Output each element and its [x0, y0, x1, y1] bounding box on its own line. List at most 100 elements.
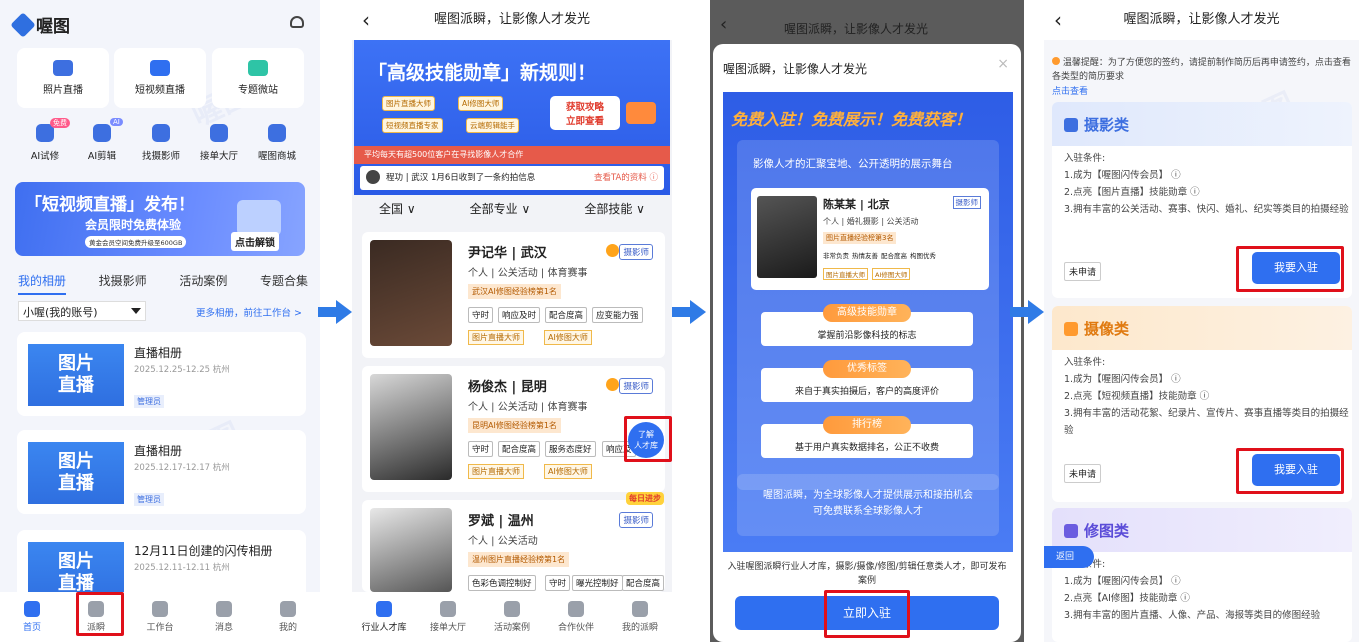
page-title: 喔图派瞬，让影像人才发光	[1123, 12, 1280, 27]
service-label: 短视频直播	[135, 85, 185, 96]
bottom-text: 喔图派瞬，为全球影像人才提供展示和接拍机会 可免费联系全球影像人才	[737, 474, 999, 536]
skill-badge-banner[interactable]: 「高级技能勋章」新规则！ 图片直播大师 AI修图大师 短视频直播专家 云端剪辑能…	[354, 40, 670, 195]
talent-card[interactable]: 罗斌 | 温州 个人 | 公关活动 温州图片直播经验榜第1名 色彩色调控制好 守…	[362, 500, 665, 592]
tab-topics[interactable]: 专题合集	[260, 272, 308, 295]
headset-icon[interactable]	[290, 16, 304, 28]
strategy-button[interactable]: 获取攻略 立即查看	[550, 96, 620, 130]
lightning-icon	[237, 200, 281, 236]
condition-line: 入驻条件:	[1064, 357, 1106, 368]
user-icon	[280, 601, 296, 617]
keyword-tag: 构图优秀	[910, 252, 936, 260]
daily-progress-badge[interactable]: 每日进步	[626, 492, 664, 505]
keyword-tag: 守时	[468, 307, 494, 323]
close-icon[interactable]: ×	[997, 56, 1009, 72]
skill-badge: AI修图大师	[544, 464, 592, 479]
banner-note: 黄金会员空间免费升级至600GB	[85, 236, 187, 248]
tab-label: 消息	[214, 623, 233, 633]
tab-messages[interactable]: 消息	[199, 601, 249, 633]
thumb-line: 直播	[58, 473, 94, 494]
diamond-icon	[152, 601, 168, 617]
condition-line: 3.拥有丰富的活动花絮、纪录片、宣传片、赛事直播等类目的拍摄经验	[1064, 408, 1349, 436]
view-requirements-link[interactable]: 点击查看	[1052, 84, 1091, 97]
home-icon	[440, 601, 456, 617]
keyword-tag: 配合度高	[622, 575, 665, 591]
logo-icon	[10, 11, 36, 38]
back-icon[interactable]: ‹	[1054, 0, 1062, 40]
tab-label: 我的派瞬	[621, 623, 658, 633]
portrait	[370, 508, 452, 592]
back-float-button[interactable]: 返回	[1044, 546, 1094, 568]
talent-name: 杨俊杰 | 昆明	[468, 380, 547, 395]
keyword-tag: 守时	[468, 441, 494, 457]
promo-banner[interactable]: 「短视频直播」发布！ 会员限时免费体验 黄金会员空间免费升级至600GB 点击解…	[15, 182, 305, 256]
stage-text: 影像人才的汇聚宝地、公开透明的展示舞台	[753, 158, 953, 170]
role-tag: 摄影师	[619, 244, 653, 260]
condition-line: 2.点亮【短视频直播】技能勋章 ⓘ	[1064, 391, 1210, 402]
person-icon	[152, 124, 170, 142]
tab-home[interactable]: 首页	[7, 601, 57, 633]
tool-order-hall[interactable]: 接单大厅	[194, 124, 244, 162]
tab-cases[interactable]: 活动案例	[179, 272, 227, 295]
highlight-box	[1236, 246, 1344, 292]
tool-mall[interactable]: 喔图商城	[252, 124, 302, 162]
notice-bar[interactable]: 程功 | 武汉 1月6日收到了一条约拍信息 查看TA的资料 ⓘ	[360, 166, 664, 190]
tool-ai-edit[interactable]: AI剪辑	[77, 124, 127, 162]
account-select[interactable]: 小喔(我的账号)	[18, 301, 146, 321]
home-icon	[24, 601, 40, 617]
tab-order-hall[interactable]: 接单大厅	[423, 601, 473, 633]
service-video-live[interactable]: 短视频直播	[114, 48, 206, 108]
keyword-tag: 配合度高	[881, 252, 907, 260]
condition-line: 1.成为【喔图闪传会员】 ⓘ	[1064, 576, 1181, 587]
talent-name: 尹记华 | 武汉	[468, 246, 547, 261]
tab-workbench[interactable]: 工作台	[135, 601, 185, 633]
handshake-icon	[568, 601, 584, 617]
talent-card[interactable]: 杨俊杰 | 昆明 个人 | 公关活动 | 体育赛事 昆明AI修图经验榜第1名 守…	[362, 366, 665, 492]
tool-ai-retouch[interactable]: AI试修	[20, 124, 70, 162]
keyword-tag: 配合度高	[498, 441, 541, 457]
category-title: 修图类	[1064, 520, 1129, 541]
tab-me[interactable]: 我的	[263, 601, 313, 633]
tab-label: 工作台	[146, 623, 174, 633]
join-sheet: 喔图派瞬，让影像人才发光 × 免费入驻！免费展示！免费获客！ 影像人才的汇聚宝地…	[713, 44, 1021, 642]
tool-find-photographer[interactable]: 找摄影师	[136, 124, 186, 162]
sheet-title: 喔图派瞬，让影像人才发光	[723, 62, 868, 76]
talent-card[interactable]: 尹记华 | 武汉 个人 | 公关活动 | 体育赛事 武汉AI修图经验榜第1名 守…	[362, 232, 665, 358]
filter-major[interactable]: 全部专业 ∨	[470, 200, 531, 217]
service-microsite[interactable]: 专题微站	[212, 48, 304, 108]
filter-region[interactable]: 全国 ∨	[379, 200, 416, 217]
condition-line: 3.拥有丰富的图片直播、人像、产品、海报等类目的修图经验	[1064, 610, 1321, 621]
megaphone-icon	[626, 102, 656, 124]
join-description: 入驻喔图派瞬行业人才库，摄影/摄像/修图/剪辑任意类人才，即可发布案例	[727, 562, 1007, 586]
more-albums-link[interactable]: 更多相册，前往工作台 >	[196, 305, 302, 319]
talent-category: 个人 | 公关活动 | 体育赛事	[468, 268, 588, 279]
back-icon[interactable]: ‹	[362, 0, 370, 40]
tab-cases[interactable]: 活动案例	[487, 601, 537, 633]
album-card[interactable]: 图片 直播 直播相册 2025.12.25-12.25 杭州 管理员	[17, 332, 306, 416]
album-title: 直播相册	[134, 346, 183, 360]
filter-skill[interactable]: 全部技能 ∨	[584, 200, 645, 217]
filter-bar: 全国 ∨ 全部专业 ∨ 全部技能 ∨	[352, 200, 672, 217]
album-card[interactable]: 图片 直播 直播相册 2025.12.17-12.17 杭州 管理员	[17, 430, 306, 514]
condition-line: 3.拥有丰富的公关活动、赛事、快闪、婚礼、纪实等类目的拍摄经验	[1064, 204, 1349, 215]
badge-chip: 云端剪辑能手	[466, 118, 519, 133]
tab-find-photographer[interactable]: 找摄影师	[99, 272, 147, 295]
service-photo-live[interactable]: 照片直播	[17, 48, 109, 108]
unlock-button[interactable]: 点击解锁	[231, 232, 279, 251]
back-icon[interactable]: ‹	[720, 14, 727, 35]
conditions: 入驻条件: 1.成为【喔图闪传会员】 ⓘ 2.点亮【图片直播】技能勋章 ⓘ 3.拥有丰…	[1064, 150, 1349, 218]
tab-albums[interactable]: 我的相册	[18, 272, 67, 295]
banner-title: 「短视频直播」发布！	[25, 195, 195, 215]
page-title: 喔图派瞬，让影像人才发光	[433, 12, 590, 27]
badge-row: 图片直播大师 AI修图大师	[823, 268, 911, 280]
site-icon	[248, 60, 268, 76]
tab-partners[interactable]: 合作伙伴	[551, 601, 601, 633]
skill-badge: AI修图大师	[872, 268, 911, 280]
notice-link[interactable]: 查看TA的资料 ⓘ	[594, 166, 658, 190]
keyword-tag: 服务态度好	[545, 441, 596, 457]
cta-line: 立即查看	[565, 116, 604, 127]
graduation-cap-icon	[376, 601, 392, 617]
tab-talent-library[interactable]: 行业人才库	[359, 601, 409, 633]
tip-body: 温馨提醒：为了方便您的签约，请提前制作简历后再申请签约，点击查看各类型的简历要求	[1052, 58, 1351, 82]
tab-my-paishun[interactable]: 我的派瞬	[615, 601, 665, 633]
conditions: 入驻条件: 1.成为【喔图闪传会员】 ⓘ 2.点亮【AI修图】技能勋章 ⓘ 3.拥有丰…	[1064, 556, 1349, 624]
